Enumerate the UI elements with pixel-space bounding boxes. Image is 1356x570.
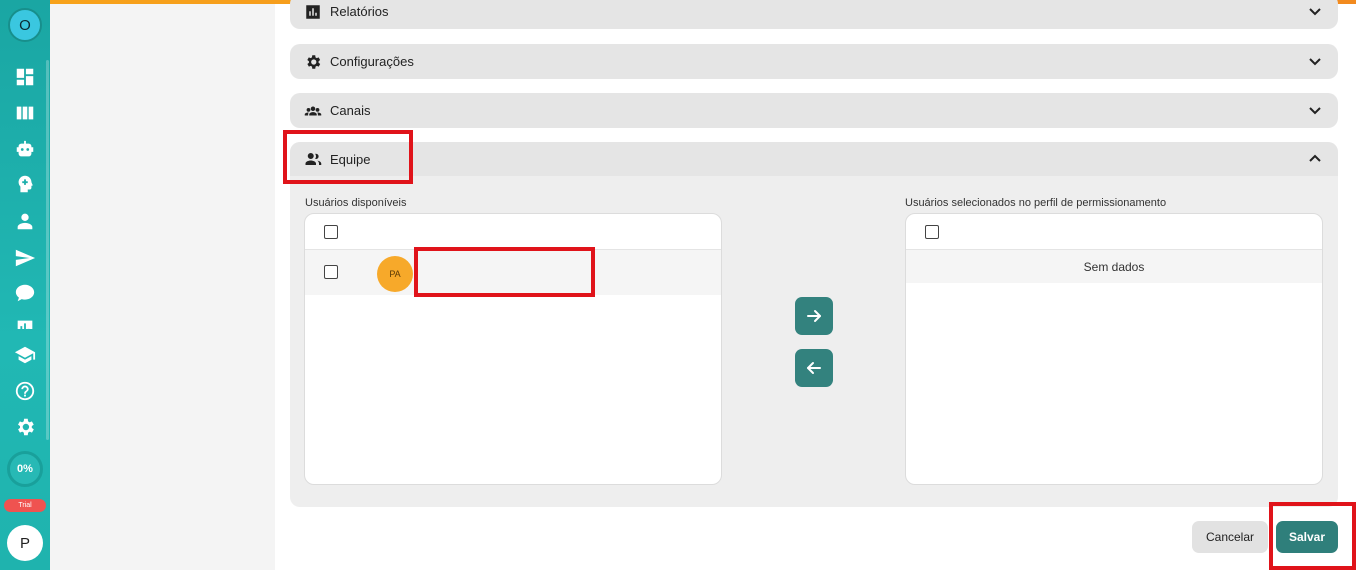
user-avatar: PA: [377, 256, 413, 292]
send-icon[interactable]: [13, 246, 37, 270]
highlight-box-user-name: [414, 247, 595, 297]
chevron-down-icon[interactable]: [1308, 54, 1322, 68]
gear-icon: [304, 53, 322, 71]
accordion-label: Relatórios: [330, 4, 389, 19]
selected-users-label: Usuários selecionados no perfil de permi…: [905, 197, 1167, 209]
secondary-panel: [50, 4, 275, 570]
gear-icon[interactable]: [13, 415, 37, 439]
select-all-available-checkbox[interactable]: [324, 225, 338, 239]
available-users-label: Usuários disponíveis: [305, 197, 407, 209]
accordion-canais[interactable]: Canais: [290, 93, 1338, 128]
accordion-configuracoes[interactable]: Configurações: [290, 44, 1338, 79]
accordion-label: Canais: [330, 103, 371, 118]
arrow-left-icon: [807, 362, 821, 374]
cancel-button[interactable]: Cancelar: [1192, 521, 1268, 553]
list-header: [305, 214, 721, 250]
progress-indicator[interactable]: 0%: [7, 451, 43, 487]
person-icon[interactable]: [13, 209, 37, 233]
org-avatar[interactable]: O: [8, 8, 42, 42]
accordion-relatorios[interactable]: Relatórios: [290, 0, 1338, 29]
move-right-button[interactable]: [795, 297, 833, 335]
help-icon[interactable]: [13, 379, 37, 403]
kanban-icon[interactable]: [13, 101, 37, 125]
empty-state: Sem dados: [906, 250, 1322, 283]
highlight-box-equipe: [283, 130, 413, 184]
groups-icon: [304, 102, 322, 120]
chevron-down-icon[interactable]: [1308, 4, 1322, 18]
dashboard-icon[interactable]: [13, 65, 37, 89]
chevron-up-icon[interactable]: [1308, 152, 1322, 166]
highlight-box-save: [1269, 502, 1356, 570]
chart-icon[interactable]: [13, 317, 37, 329]
sidebar-scrollbar[interactable]: [46, 60, 49, 440]
chat-bubble-icon[interactable]: [13, 281, 37, 305]
user-checkbox[interactable]: [324, 265, 338, 279]
select-all-selected-checkbox[interactable]: [925, 225, 939, 239]
move-left-button[interactable]: [795, 349, 833, 387]
sidebar: O 0% Trial P: [0, 0, 50, 570]
accordion-equipe-header[interactable]: Equipe: [290, 142, 1338, 176]
chevron-down-icon[interactable]: [1308, 103, 1322, 117]
selected-users-list: Sem dados: [905, 213, 1323, 485]
user-avatar[interactable]: P: [7, 525, 43, 561]
list-header: [906, 214, 1322, 250]
robot-icon[interactable]: [13, 138, 37, 162]
school-icon[interactable]: [13, 343, 37, 367]
trial-badge: Trial: [4, 499, 46, 512]
arrow-right-icon: [807, 310, 821, 322]
bar-chart-icon: [304, 3, 322, 21]
accordion-label: Configurações: [330, 54, 414, 69]
brain-icon[interactable]: [13, 172, 37, 196]
